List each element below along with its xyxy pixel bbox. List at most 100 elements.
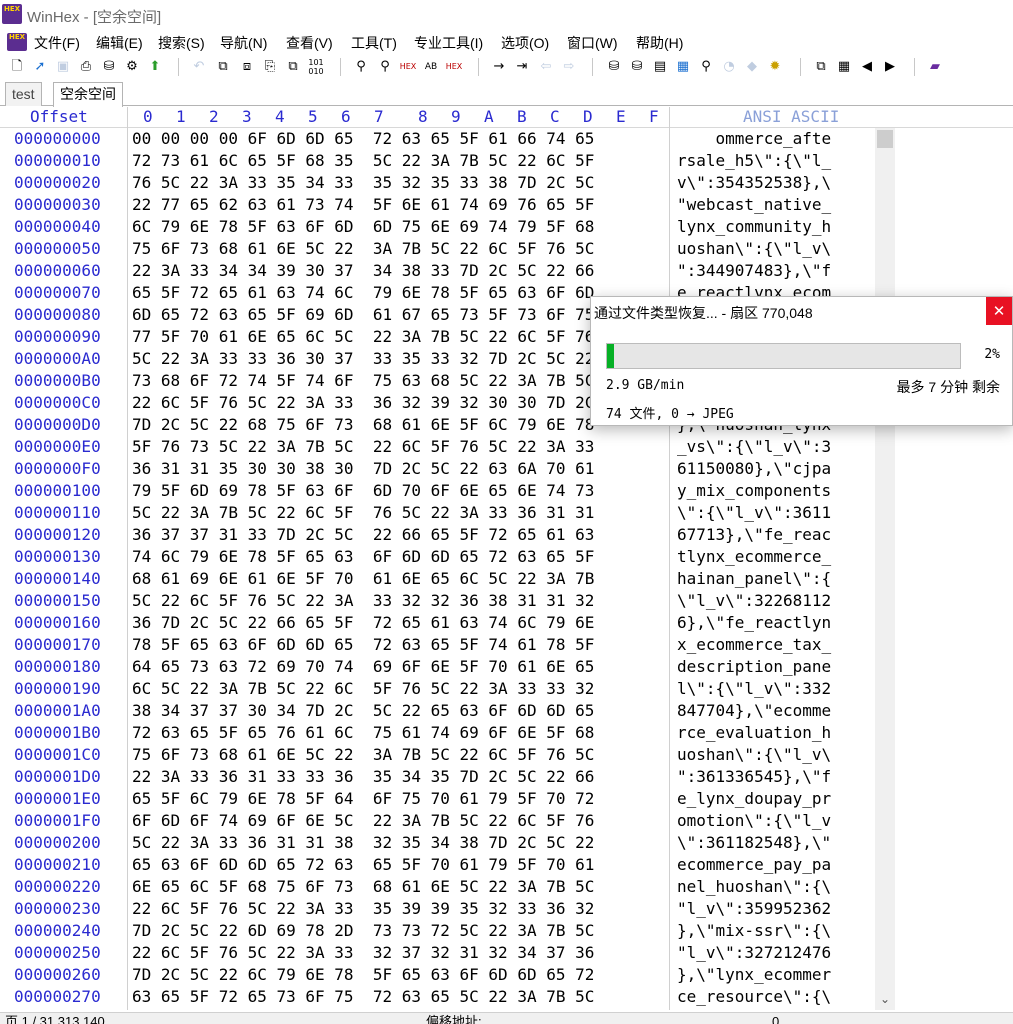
- scrollbar-thumb[interactable]: [877, 130, 893, 148]
- offset-cell[interactable]: 000000090: [14, 326, 101, 348]
- hex-row[interactable]: 000000210 65 63 6F 6D 6D 65 72 63 65 5F 7…: [0, 854, 872, 876]
- hex-bytes[interactable]: 38 34 37 37 30 34 7D 2C 5C 22 65 63 6F 6…: [132, 700, 594, 722]
- ascii-text[interactable]: description_pane: [677, 656, 831, 678]
- offset-cell[interactable]: 000000120: [14, 524, 101, 546]
- hex-bytes[interactable]: 5C 22 3A 33 33 36 30 37 33 35 33 32 7D 2…: [132, 348, 594, 370]
- offset-cell[interactable]: 0000000D0: [14, 414, 101, 436]
- menu-help[interactable]: 帮助(H): [636, 33, 683, 53]
- hex-editor-body[interactable]: 000000000 00 00 00 00 6F 6D 6D 65 72 63 6…: [0, 128, 872, 1010]
- hex-row[interactable]: 000000020 76 5C 22 3A 33 35 34 33 35 32 3…: [0, 172, 872, 194]
- hex-row[interactable]: 0000000F0 36 31 31 35 30 30 38 30 7D 2C 5…: [0, 458, 872, 480]
- hex-bytes[interactable]: 36 31 31 35 30 30 38 30 7D 2C 5C 22 63 6…: [132, 458, 594, 480]
- menu-search[interactable]: 搜索(S): [158, 33, 205, 53]
- settings-gear-icon[interactable]: ✹: [766, 58, 784, 76]
- hex-row[interactable]: 000000060 22 3A 33 34 34 39 30 37 34 38 3…: [0, 260, 872, 282]
- offset-cell[interactable]: 000000040: [14, 216, 101, 238]
- offset-cell[interactable]: 000000020: [14, 172, 101, 194]
- hex-bytes[interactable]: 79 5F 6D 69 78 5F 63 6F 6D 70 6F 6E 65 6…: [132, 480, 594, 502]
- offset-cell[interactable]: 000000080: [14, 304, 101, 326]
- table-view-icon[interactable]: ▦: [835, 58, 853, 76]
- hex-row[interactable]: 000000250 22 6C 5F 76 5C 22 3A 33 32 37 3…: [0, 942, 872, 964]
- ram-editor-icon[interactable]: ▤: [651, 58, 669, 76]
- hex-bytes[interactable]: 22 3A 33 36 31 33 33 36 35 34 35 7D 2C 5…: [132, 766, 594, 788]
- new-file-icon[interactable]: 🗋: [8, 58, 26, 76]
- find-hex-icon[interactable]: ⚲: [376, 58, 394, 76]
- cut-icon[interactable]: ⧈: [238, 58, 256, 76]
- ascii-text[interactable]: ecommerce_pay_pa: [677, 854, 831, 876]
- ascii-text[interactable]: 847704},\"ecomme: [677, 700, 831, 722]
- hex-bytes[interactable]: 72 63 65 5F 65 76 61 6C 75 61 74 69 6F 6…: [132, 722, 594, 744]
- hex-binary-icon[interactable]: 101 010: [307, 58, 325, 76]
- hex-row[interactable]: 000000220 6E 65 6C 5F 68 75 6F 73 68 61 6…: [0, 876, 872, 898]
- calculator-icon[interactable]: ▦: [674, 58, 692, 76]
- ascii-text[interactable]: ce_resource\":{\: [677, 986, 831, 1008]
- offset-cell[interactable]: 000000060: [14, 260, 101, 282]
- hex-row[interactable]: 000000200 5C 22 3A 33 36 31 31 38 32 35 3…: [0, 832, 872, 854]
- hex-bytes[interactable]: 73 68 6F 72 74 5F 74 6F 75 63 68 5C 22 3…: [132, 370, 594, 392]
- hex-row[interactable]: 000000150 5C 22 6C 5F 76 5C 22 3A 33 32 3…: [0, 590, 872, 612]
- hex-row[interactable]: 000000110 5C 22 3A 7B 5C 22 6C 5F 76 5C 2…: [0, 502, 872, 524]
- hex-row[interactable]: 000000240 7D 2C 5C 22 6D 69 78 2D 73 73 7…: [0, 920, 872, 942]
- offset-cell[interactable]: 0000000E0: [14, 436, 101, 458]
- search-hex-values-icon[interactable]: HEX: [445, 58, 463, 76]
- offset-cell[interactable]: 000000000: [14, 128, 101, 150]
- ascii-text[interactable]: "webcast_native_: [677, 194, 831, 216]
- hex-row[interactable]: 000000130 74 6C 79 6E 78 5F 65 63 6F 6D 6…: [0, 546, 872, 568]
- offset-cell[interactable]: 000000130: [14, 546, 101, 568]
- disk-icon[interactable]: ⛁: [100, 58, 118, 76]
- zoom-icon[interactable]: ⚲: [697, 58, 715, 76]
- offset-cell[interactable]: 0000001B0: [14, 722, 101, 744]
- offset-cell[interactable]: 000000270: [14, 986, 101, 1008]
- ascii-text[interactable]: y_mix_components: [677, 480, 831, 502]
- hex-row[interactable]: 0000000E0 5F 76 73 5C 22 3A 7B 5C 22 6C 5…: [0, 436, 872, 458]
- hex-bytes[interactable]: 63 65 5F 72 65 73 6F 75 72 63 65 5C 22 3…: [132, 986, 594, 1008]
- offset-cell[interactable]: 0000001D0: [14, 766, 101, 788]
- hex-row[interactable]: 000000010 72 73 61 6C 65 5F 68 35 5C 22 3…: [0, 150, 872, 172]
- offset-cell[interactable]: 000000070: [14, 282, 101, 304]
- ascii-text[interactable]: },\"mix-ssr\":{\: [677, 920, 831, 942]
- hex-bytes[interactable]: 65 63 6F 6D 6D 65 72 63 65 5F 70 61 79 5…: [132, 854, 594, 876]
- offset-cell[interactable]: 000000220: [14, 876, 101, 898]
- ascii-text[interactable]: ":344907483},\"f: [677, 260, 831, 282]
- hex-bytes[interactable]: 6C 5C 22 3A 7B 5C 22 6C 5F 76 5C 22 3A 3…: [132, 678, 594, 700]
- hex-row[interactable]: 0000001A0 38 34 37 37 30 34 7D 2C 5C 22 6…: [0, 700, 872, 722]
- ascii-text[interactable]: 61150080},\"cjpa: [677, 458, 831, 480]
- back-icon[interactable]: ⇦: [537, 58, 555, 76]
- hex-bytes[interactable]: 36 7D 2C 5C 22 66 65 5F 72 65 61 63 74 6…: [132, 612, 594, 634]
- hex-bytes[interactable]: 64 65 73 63 72 69 70 74 69 6F 6E 5F 70 6…: [132, 656, 594, 678]
- hex-row[interactable]: 000000230 22 6C 5F 76 5C 22 3A 33 35 39 3…: [0, 898, 872, 920]
- offset-cell[interactable]: 000000110: [14, 502, 101, 524]
- hex-bytes[interactable]: 77 5F 70 61 6E 65 6C 5C 22 3A 7B 5C 22 6…: [132, 326, 594, 348]
- export-icon[interactable]: ⬆: [146, 58, 164, 76]
- hex-bytes[interactable]: 5C 22 6C 5F 76 5C 22 3A 33 32 32 36 38 3…: [132, 590, 594, 612]
- offset-cell[interactable]: 000000180: [14, 656, 101, 678]
- offset-cell[interactable]: 000000240: [14, 920, 101, 942]
- copy-icon[interactable]: ⧉: [214, 58, 232, 76]
- hex-row[interactable]: 000000120 36 37 37 31 33 7D 2C 5C 22 66 6…: [0, 524, 872, 546]
- ascii-text[interactable]: nel_huoshan\":{\: [677, 876, 831, 898]
- hex-row[interactable]: 000000180 64 65 73 63 72 69 70 74 69 6F 6…: [0, 656, 872, 678]
- hex-bytes[interactable]: 75 6F 73 68 61 6E 5C 22 3A 7B 5C 22 6C 5…: [132, 744, 594, 766]
- offset-cell[interactable]: 0000000A0: [14, 348, 101, 370]
- hash-icon[interactable]: ◆: [743, 58, 761, 76]
- hex-bytes[interactable]: 6C 79 6E 78 5F 63 6F 6D 6D 75 6E 69 74 7…: [132, 216, 594, 238]
- ascii-text[interactable]: ":361336545},\"f: [677, 766, 831, 788]
- hex-bytes[interactable]: 78 5F 65 63 6F 6D 6D 65 72 63 65 5F 74 6…: [132, 634, 594, 656]
- hex-row[interactable]: 000000160 36 7D 2C 5C 22 66 65 5F 72 65 6…: [0, 612, 872, 634]
- ascii-text[interactable]: lynx_community_h: [677, 216, 831, 238]
- ascii-text[interactable]: ommerce_afte: [677, 128, 832, 150]
- hex-row[interactable]: 0000001E0 65 5F 6C 79 6E 78 5F 64 6F 75 7…: [0, 788, 872, 810]
- hex-row[interactable]: 000000100 79 5F 6D 69 78 5F 63 6F 6D 70 6…: [0, 480, 872, 502]
- offset-cell[interactable]: 000000050: [14, 238, 101, 260]
- menu-view[interactable]: 查看(V): [286, 33, 333, 53]
- print-icon[interactable]: ⎙: [77, 58, 95, 76]
- ascii-text[interactable]: _vs\":{\"l_v\":3: [677, 436, 831, 458]
- hex-bytes[interactable]: 72 73 61 6C 65 5F 68 35 5C 22 3A 7B 5C 2…: [132, 150, 594, 172]
- hex-row[interactable]: 000000030 22 77 65 62 63 61 73 74 5F 6E 6…: [0, 194, 872, 216]
- document-menu-icon[interactable]: HEX: [7, 33, 27, 51]
- save-icon[interactable]: ▣: [54, 58, 72, 76]
- menu-specialist[interactable]: 专业工具(I): [414, 33, 483, 53]
- goto-sector-icon[interactable]: ⇥: [513, 58, 531, 76]
- ascii-text[interactable]: 6},\"fe_reactlyn: [677, 612, 831, 634]
- vertical-scrollbar[interactable]: ⌄: [875, 128, 895, 1010]
